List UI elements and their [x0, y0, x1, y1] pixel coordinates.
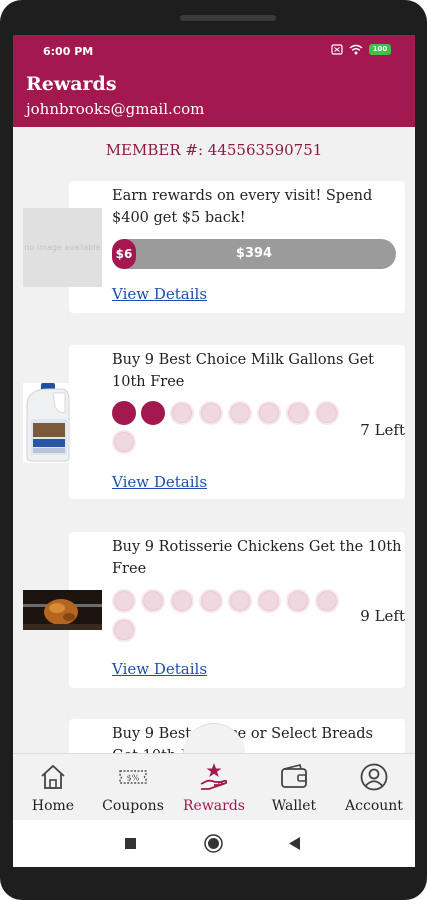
punch-filled: [112, 401, 136, 425]
nav-wallet-label: Wallet: [271, 798, 317, 814]
status-time: 6:00 PM: [43, 45, 94, 58]
punches-left-label: 9 Left: [360, 607, 405, 625]
app-header: 6:00 PM 100 Rewards johnbrooks@gmail.com: [13, 35, 415, 127]
punch-filled: [141, 401, 165, 425]
punch-empty: [199, 589, 223, 613]
account-icon: [360, 763, 388, 791]
punch-empty: [228, 401, 252, 425]
sim-icon: [331, 44, 343, 55]
home-button-icon[interactable]: [204, 834, 223, 853]
app-screen: 6:00 PM 100 Rewards johnbrooks@gmail.com…: [13, 35, 415, 867]
punches-left-label: 7 Left: [360, 421, 405, 439]
no-image-placeholder: no image available: [23, 208, 102, 287]
coupon-icon: $%: [119, 770, 147, 784]
nav-coupons-label: Coupons: [102, 798, 164, 814]
punch-empty: [286, 401, 310, 425]
punch-empty: [112, 430, 136, 454]
progress-remaining-label: $394: [235, 246, 273, 261]
punch-empty: [170, 589, 194, 613]
punch-card: [112, 589, 352, 642]
punch-empty: [315, 589, 339, 613]
spend-progress-bar: $394 $6: [112, 239, 396, 269]
nav-home-label: Home: [31, 798, 75, 814]
punch-empty: [286, 589, 310, 613]
punch-empty: [315, 401, 339, 425]
view-details-link[interactable]: View Details: [112, 285, 207, 303]
reward-title: Buy 9 Rotisserie Chickens Get the 10th F…: [112, 539, 402, 577]
reward-title: Earn rewards on every visit! Spend $400 …: [112, 188, 373, 226]
punch-empty: [199, 401, 223, 425]
view-details-link[interactable]: View Details: [112, 660, 207, 678]
user-email: johnbrooks@gmail.com: [26, 100, 205, 118]
punch-empty: [257, 401, 281, 425]
nav-account[interactable]: Account: [334, 754, 414, 821]
nav-rewards[interactable]: Rewards: [174, 754, 254, 821]
earpiece-speaker: [180, 15, 276, 21]
wallet-icon: [281, 764, 307, 788]
svg-text:$%: $%: [127, 774, 140, 783]
punch-empty: [170, 401, 194, 425]
punch-card: [112, 401, 352, 454]
recents-icon[interactable]: [125, 838, 136, 849]
progress-earned-label: $6: [115, 247, 133, 261]
view-details-link[interactable]: View Details: [112, 473, 207, 491]
phone-frame: 6:00 PM 100 Rewards johnbrooks@gmail.com…: [0, 0, 427, 900]
rotisserie-chicken-image: [23, 590, 102, 630]
punch-empty: [112, 618, 136, 642]
battery-icon: 100: [369, 44, 391, 55]
bottom-navigation: Home $% Coupons Rewards Wallet Account: [13, 753, 415, 820]
wifi-icon: [349, 44, 363, 55]
back-icon[interactable]: [289, 837, 301, 850]
nav-account-label: Account: [345, 798, 403, 814]
nav-home[interactable]: Home: [13, 754, 93, 821]
milk-gallon-image: [23, 383, 75, 463]
page-title: Rewards: [26, 73, 117, 95]
punch-empty: [112, 589, 136, 613]
nav-wallet[interactable]: Wallet: [254, 754, 334, 821]
member-number: MEMBER #: 445563590751: [105, 141, 323, 159]
rewards-icon: [200, 763, 228, 790]
reward-title: Buy 9 Best Choice Milk Gallons Get 10th …: [112, 352, 374, 390]
nav-coupons[interactable]: $% Coupons: [93, 754, 173, 821]
status-icons: 100: [331, 44, 391, 55]
punch-empty: [257, 589, 281, 613]
system-navigation-bar: [13, 820, 415, 867]
punch-empty: [141, 589, 165, 613]
punch-empty: [228, 589, 252, 613]
home-icon: [41, 764, 65, 789]
nav-rewards-label: Rewards: [183, 798, 245, 814]
